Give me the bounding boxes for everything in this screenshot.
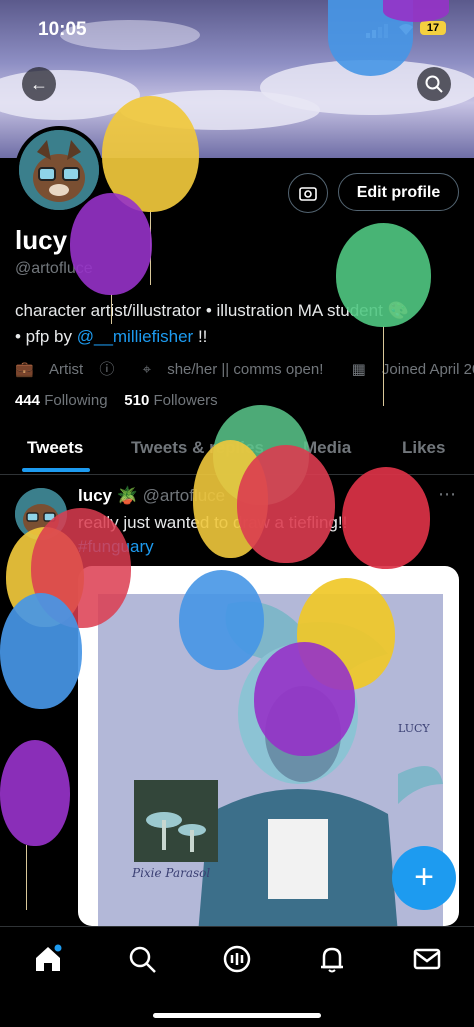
- mushroom-reference-image: [134, 780, 218, 862]
- bio-mention-link[interactable]: @__milliefisher: [77, 327, 193, 346]
- purple-balloon: [383, 0, 449, 22]
- followers-label: Followers: [153, 392, 218, 409]
- artist-signature: LUCY: [398, 722, 430, 735]
- followers-count: 510: [124, 392, 150, 409]
- balloon-string: [26, 845, 27, 910]
- spaces-icon[interactable]: [221, 943, 253, 975]
- bio-text: character artist/illustrator • illustrat…: [15, 301, 383, 320]
- location-item: ⌖ she/her || comms open!: [143, 361, 340, 378]
- back-icon: ←: [30, 74, 48, 94]
- blue-balloon: [179, 570, 264, 670]
- profile-name: lucy: [15, 225, 68, 255]
- compose-tweet-button[interactable]: +: [392, 846, 456, 910]
- bell-icon[interactable]: [316, 943, 348, 975]
- home-icon[interactable]: [32, 943, 64, 975]
- following-label: Following: [44, 392, 108, 409]
- red-balloon: [342, 467, 430, 569]
- purple-balloon: [254, 642, 355, 756]
- battery-icon: 17: [420, 21, 446, 35]
- purple-balloon: [0, 740, 70, 846]
- info-icon[interactable]: ⓘ: [99, 361, 114, 378]
- location-label: she/her || comms open!: [167, 361, 324, 378]
- green-balloon: [336, 223, 431, 327]
- profile-meta: 💼 Artist ⓘ ⌖ she/her || comms open! ▦ Jo…: [15, 358, 474, 379]
- bio-text: !!: [197, 327, 208, 346]
- briefcase-icon: 💼: [15, 361, 34, 378]
- home-indicator: [153, 1013, 321, 1018]
- edit-profile-button[interactable]: Edit profile: [338, 173, 459, 211]
- more-icon[interactable]: ⋯: [438, 484, 456, 505]
- tab-tweets[interactable]: Tweets: [27, 438, 83, 458]
- purple-balloon: [70, 193, 152, 295]
- tweet-author-name[interactable]: lucy: [78, 486, 112, 505]
- search-icon: [425, 75, 443, 93]
- tab-likes[interactable]: Likes: [402, 438, 445, 458]
- mail-icon[interactable]: [411, 943, 443, 975]
- search-button[interactable]: [417, 67, 451, 101]
- calendar-icon: ▦: [351, 361, 366, 378]
- joined-item: ▦ Joined April 2021: [352, 361, 474, 378]
- follow-stats: 444 Following 510 Followers: [15, 392, 218, 409]
- plus-icon: +: [414, 858, 434, 896]
- back-button[interactable]: ←: [22, 67, 56, 101]
- following-count: 444: [15, 392, 41, 409]
- mushroom-caption: Pixie Parasol: [132, 866, 211, 880]
- following-link[interactable]: 444 Following: [15, 392, 112, 409]
- profile-image-button[interactable]: [288, 173, 328, 213]
- location-icon: ⌖: [142, 361, 152, 378]
- balloon-string: [383, 326, 384, 406]
- red-balloon: [237, 445, 335, 563]
- camera-icon: [299, 187, 317, 201]
- bottom-navigation: [0, 926, 474, 1027]
- balloon-string: [111, 294, 112, 324]
- joined-label: Joined April 2021: [381, 361, 474, 378]
- avatar-image: [19, 130, 99, 210]
- followers-link[interactable]: 510 Followers: [124, 392, 217, 409]
- bio-text: • pfp by: [15, 327, 72, 346]
- category-item: 💼 Artist ⓘ: [15, 361, 131, 378]
- explore-icon[interactable]: [126, 943, 158, 975]
- blue-balloon: [0, 593, 82, 709]
- status-time: 10:05: [38, 19, 87, 40]
- category-label: Artist: [49, 361, 84, 378]
- active-tab-indicator: [22, 468, 90, 472]
- plant-emoji: 🪴: [116, 486, 138, 505]
